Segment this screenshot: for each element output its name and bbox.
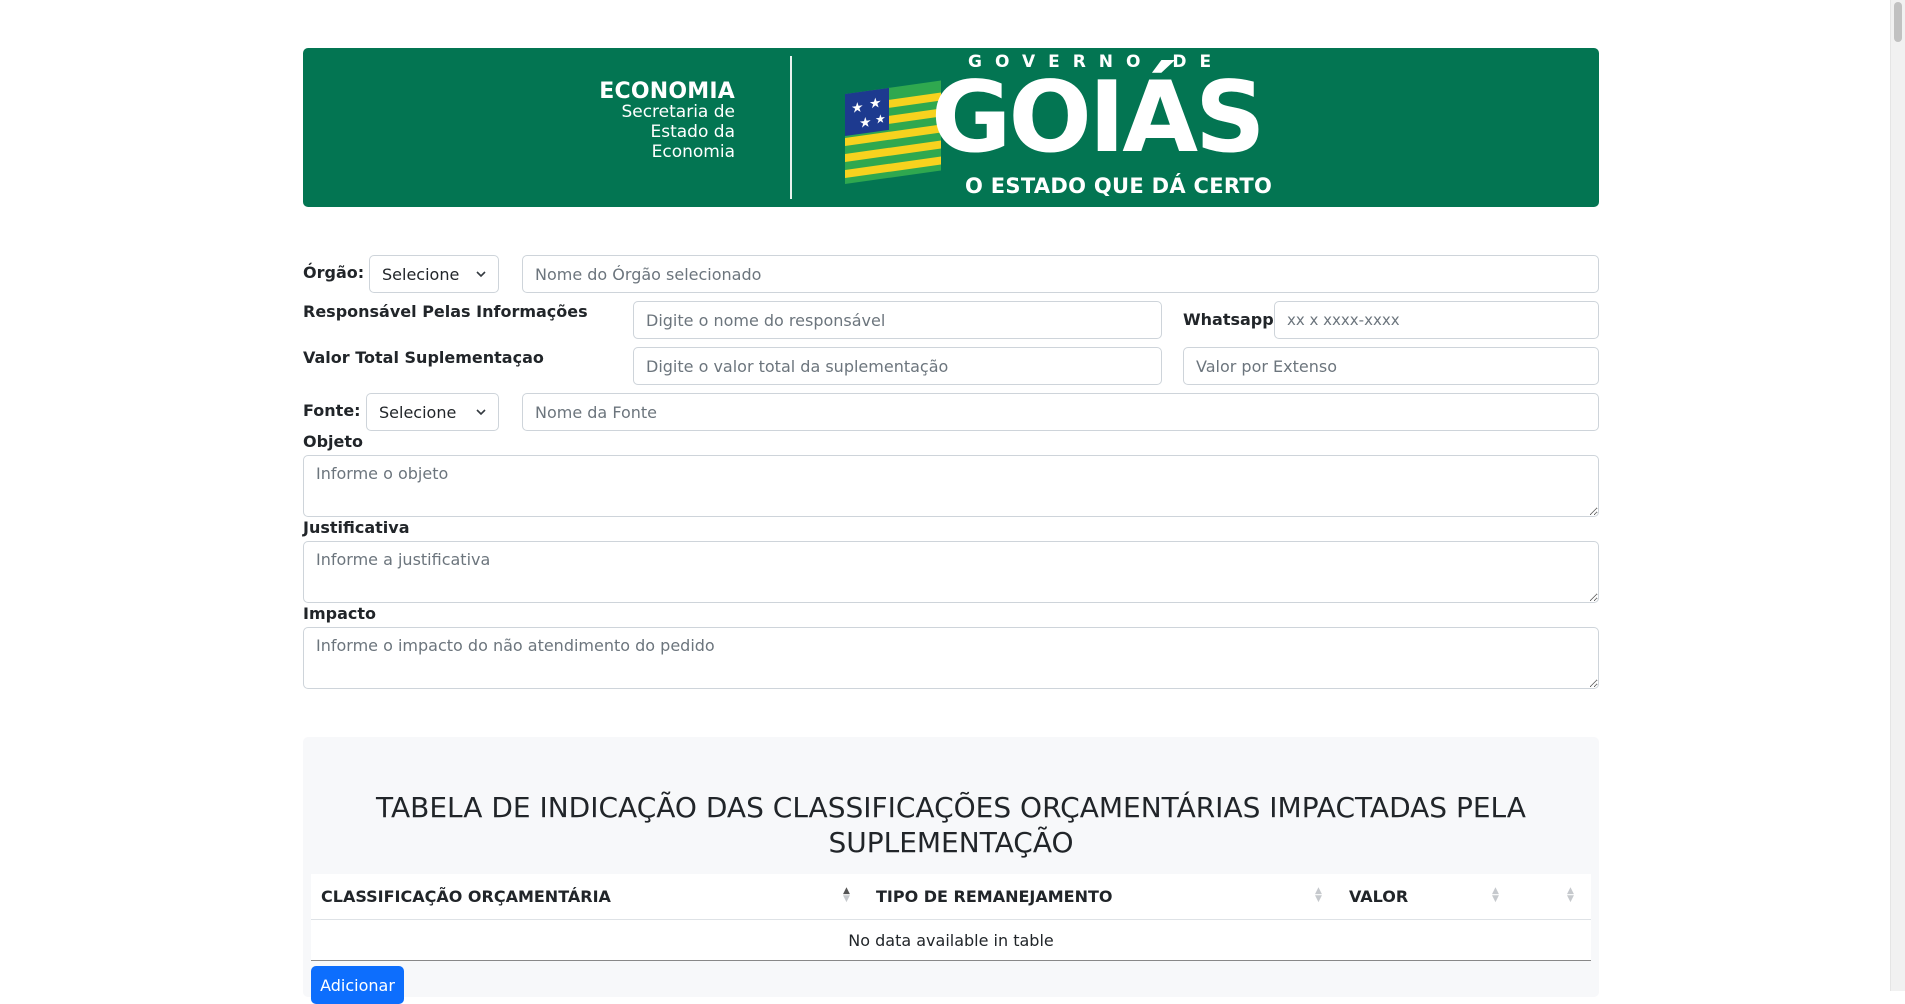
table-header: CLASSIFICAÇÃO ORÇAMENTÁRIA ▲ ▼ TIPO DE RE… [311, 874, 1591, 920]
column-header-tipo[interactable]: TIPO DE REMANEJAMENTO [876, 874, 1113, 919]
orgao-label: Órgão: [303, 263, 365, 282]
chevron-down-icon [476, 271, 486, 278]
secretaria-line-3: Economia [651, 142, 735, 162]
orgao-select-value: Selecione [382, 264, 460, 284]
secretaria-block: ECONOMIA Secretaria de Estado da Economi… [599, 79, 736, 163]
valor-extenso-input[interactable] [1183, 347, 1599, 385]
column-header-valor[interactable]: VALOR [1349, 874, 1408, 919]
table-panel: TABELA DE INDICAÇÃO DAS CLASSIFICAÇÕES O… [303, 737, 1599, 1004]
slogan: O ESTADO QUE DÁ CERTO [965, 174, 1273, 198]
secretaria-line-2: Estado da [650, 122, 736, 142]
chevron-down-icon [476, 409, 486, 416]
goias-wordmark: GOIÁS [931, 61, 1266, 175]
fonte-name-input[interactable] [522, 393, 1599, 431]
sort-icon[interactable]: ▲ ▼ [1567, 887, 1574, 904]
empty-table-message: No data available in table [311, 920, 1591, 961]
objeto-label: Objeto [303, 432, 364, 451]
justificativa-textarea[interactable] [303, 541, 1599, 603]
secretaria-line-1: Secretaria de [621, 102, 735, 122]
table-title: TABELA DE INDICAÇÃO DAS CLASSIFICAÇÕES O… [376, 791, 1526, 859]
objeto-textarea[interactable] [303, 455, 1599, 517]
add-button[interactable]: Adicionar [311, 966, 404, 1004]
valor-input[interactable] [633, 347, 1162, 385]
valor-label: Valor Total Suplementaçao [303, 348, 544, 367]
responsavel-input[interactable] [633, 301, 1162, 339]
svg-text:★: ★ [859, 114, 872, 132]
orgao-name-input[interactable] [522, 255, 1599, 293]
svg-text:★: ★ [869, 95, 882, 113]
responsavel-label: Responsável Pelas Informações [303, 302, 588, 321]
fonte-label: Fonte: [303, 401, 361, 420]
whatsapp-input[interactable] [1274, 301, 1599, 339]
goias-flag-icon: ★ ★ ★ ★ [845, 80, 941, 184]
fonte-select[interactable]: Selecione [366, 393, 499, 431]
impacto-label: Impacto [303, 604, 376, 623]
whatsapp-label: Whatsapp [1183, 310, 1274, 329]
fonte-select-value: Selecione [379, 402, 457, 422]
column-header-classificacao[interactable]: CLASSIFICAÇÃO ORÇAMENTÁRIA [321, 874, 611, 919]
banner-divider [790, 56, 792, 199]
secretaria-title: ECONOMIA [599, 79, 735, 104]
svg-text:★: ★ [851, 99, 864, 117]
svg-text:★: ★ [875, 111, 886, 126]
sort-icon[interactable]: ▲ ▼ [1315, 887, 1322, 904]
page-scrollbar[interactable] [1890, 0, 1905, 991]
scrollbar-thumb[interactable] [1894, 2, 1902, 42]
classificacoes-table: CLASSIFICAÇÃO ORÇAMENTÁRIA ▲ ▼ TIPO DE RE… [311, 874, 1591, 961]
impacto-textarea[interactable] [303, 627, 1599, 689]
sort-asc-icon[interactable]: ▲ ▼ [843, 887, 850, 904]
sort-icon[interactable]: ▲ ▼ [1492, 887, 1499, 904]
justificativa-label: Justificativa [303, 518, 410, 537]
header-banner: ECONOMIA Secretaria de Estado da Economi… [303, 48, 1599, 207]
orgao-select[interactable]: Selecione [369, 255, 499, 293]
